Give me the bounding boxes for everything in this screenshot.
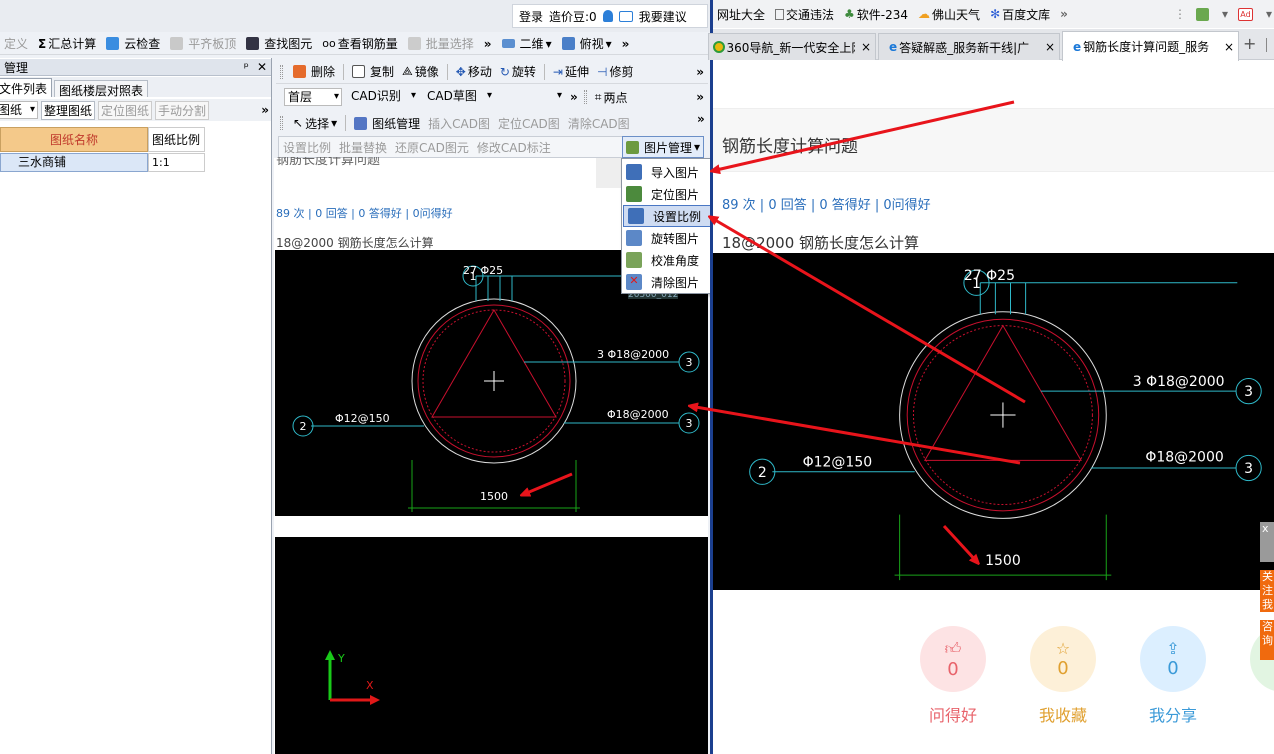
arrow-to-import-picture xyxy=(712,100,1015,171)
annotation-arrows xyxy=(0,100,1026,754)
arrow-to-dimension xyxy=(690,406,1021,465)
arrow-big-dim xyxy=(942,524,978,563)
arrow-to-set-scale xyxy=(710,217,1026,404)
arrow-small-dim xyxy=(522,472,573,495)
